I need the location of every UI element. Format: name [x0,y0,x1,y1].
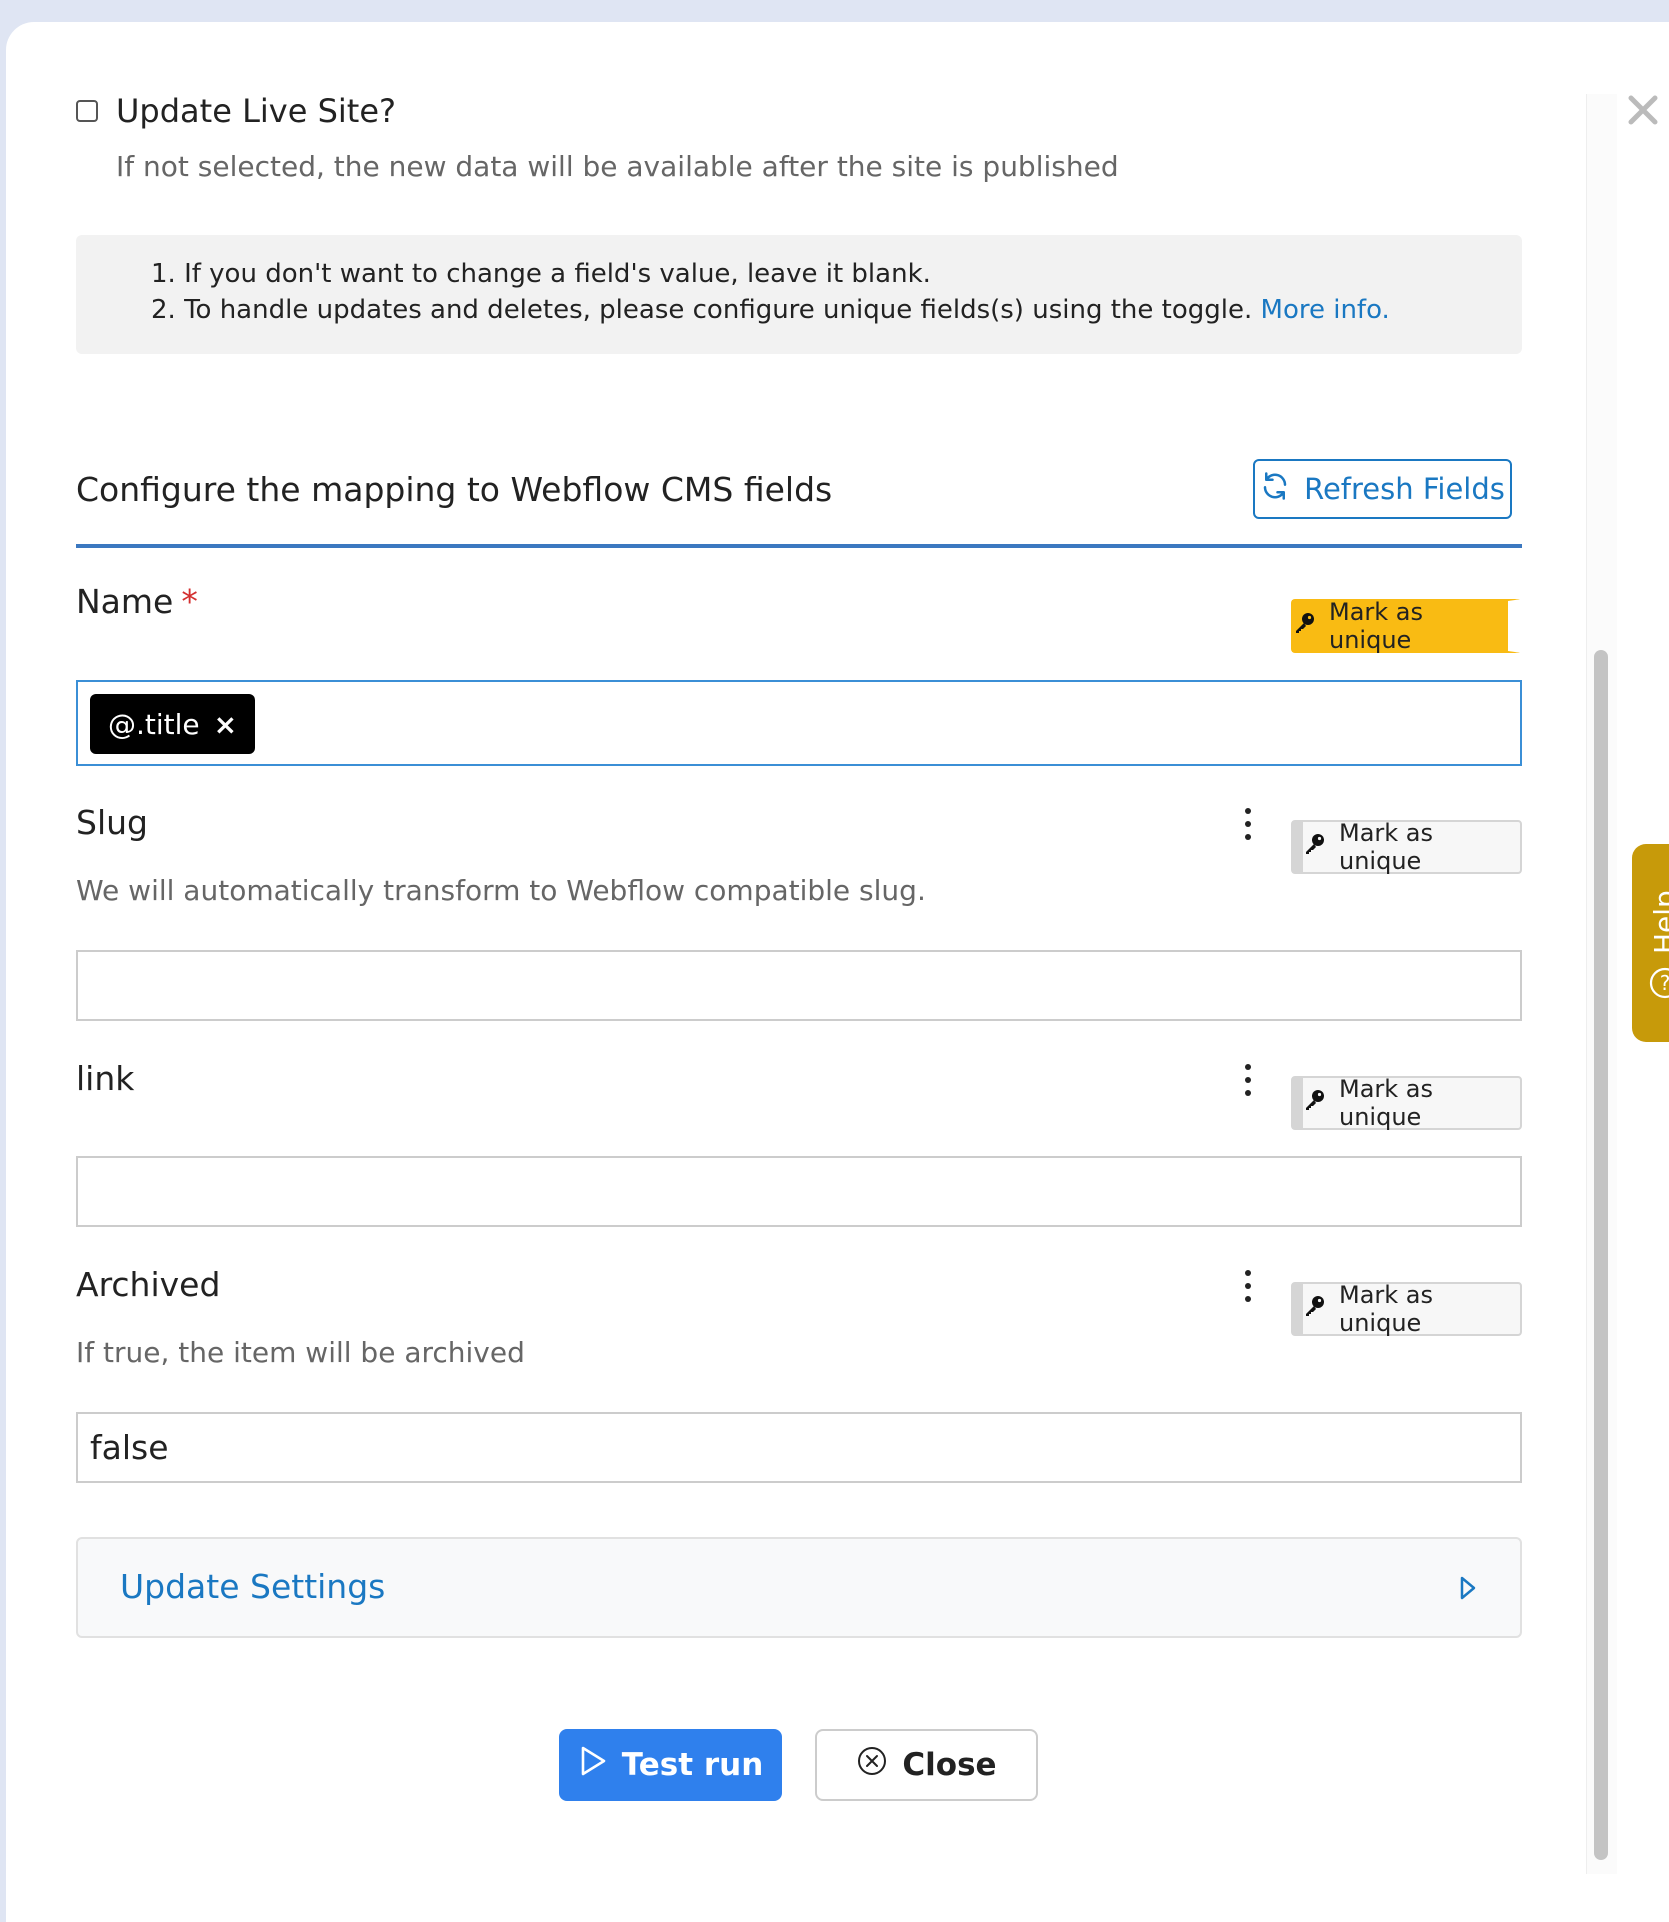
tag-remove-icon[interactable]: × [214,708,237,741]
play-icon [578,1745,608,1785]
required-mark: * [181,582,198,621]
archived-input[interactable]: false [76,1412,1522,1483]
refresh-icon [1260,471,1290,508]
link-input[interactable] [76,1156,1522,1227]
slug-input[interactable] [76,950,1522,1021]
more-info-link[interactable]: More info. [1261,295,1390,325]
key-icon [1293,611,1317,641]
scrollbar-thumb[interactable] [1594,650,1608,1860]
archived-mark-unique-toggle[interactable]: Mark as unique [1291,1281,1522,1337]
close-button[interactable]: Close [815,1729,1038,1801]
test-run-button[interactable]: Test run [559,1729,782,1801]
tag-text: @.title [108,707,200,741]
mapping-modal: Update Live Site? If not selected, the n… [6,22,1669,1922]
section-divider [76,544,1522,548]
mark-unique-label: Mark as unique [1329,598,1424,654]
help-circle-icon: ? [1648,966,1669,1004]
mark-unique-label: Mark as unique [1339,819,1434,875]
name-field-label: Name * [76,582,198,621]
link-field-label: link [76,1059,135,1098]
notice-line-2-text: 2. To handle updates and deletes, please… [151,295,1253,325]
key-icon [1303,1088,1327,1118]
text-caret [235,702,238,748]
mapping-title: Configure the mapping to Webflow CMS fie… [76,470,833,509]
update-live-checkbox[interactable] [76,100,98,122]
archived-field-label: Archived [76,1265,221,1304]
close-label: Close [902,1747,997,1783]
refresh-fields-label: Refresh Fields [1304,472,1505,506]
value-tag: @.title × [90,694,256,754]
help-tab-label-wrap: Help [1648,874,1669,954]
archived-value: false [90,1428,169,1467]
help-tab-label: Help [1648,890,1669,954]
name-label-text: Name [76,582,174,621]
modal-close-icon[interactable] [1628,95,1658,129]
mark-unique-label: Mark as unique [1339,1075,1434,1131]
svg-text:?: ? [1660,971,1669,995]
notice-line-2: 2. To handle updates and deletes, please… [151,295,1390,325]
name-mark-unique-toggle[interactable]: Mark as unique [1291,598,1522,654]
notice-line-1: 1. If you don't want to change a field's… [151,259,931,289]
mark-unique-label: Mark as unique [1339,1281,1434,1337]
key-icon [1303,1294,1327,1324]
update-live-label[interactable]: Update Live Site? [116,92,396,130]
refresh-fields-button[interactable]: Refresh Fields [1253,459,1512,519]
test-run-label: Test run [621,1747,764,1783]
link-more-icon[interactable] [1238,1064,1258,1098]
name-input[interactable]: @.title × [76,680,1522,766]
archived-help: If true, the item will be archived [76,1336,525,1369]
key-icon [1303,832,1327,862]
slug-more-icon[interactable] [1238,808,1258,842]
archived-more-icon[interactable] [1238,1270,1258,1304]
info-notice: 1. If you don't want to change a field's… [76,235,1522,354]
slug-help: We will automatically transform to Webfl… [76,874,926,907]
slug-mark-unique-toggle[interactable]: Mark as unique [1291,819,1522,875]
update-settings-title: Update Settings [120,1567,386,1606]
update-settings-accordion[interactable]: Update Settings [76,1537,1522,1638]
update-live-help: If not selected, the new data will be av… [116,150,1119,183]
close-circle-icon [856,1745,888,1785]
slug-field-label: Slug [76,803,148,842]
caret-right-icon [1458,1575,1478,1605]
link-mark-unique-toggle[interactable]: Mark as unique [1291,1075,1522,1131]
help-tab[interactable]: Help ? [1632,844,1669,1042]
